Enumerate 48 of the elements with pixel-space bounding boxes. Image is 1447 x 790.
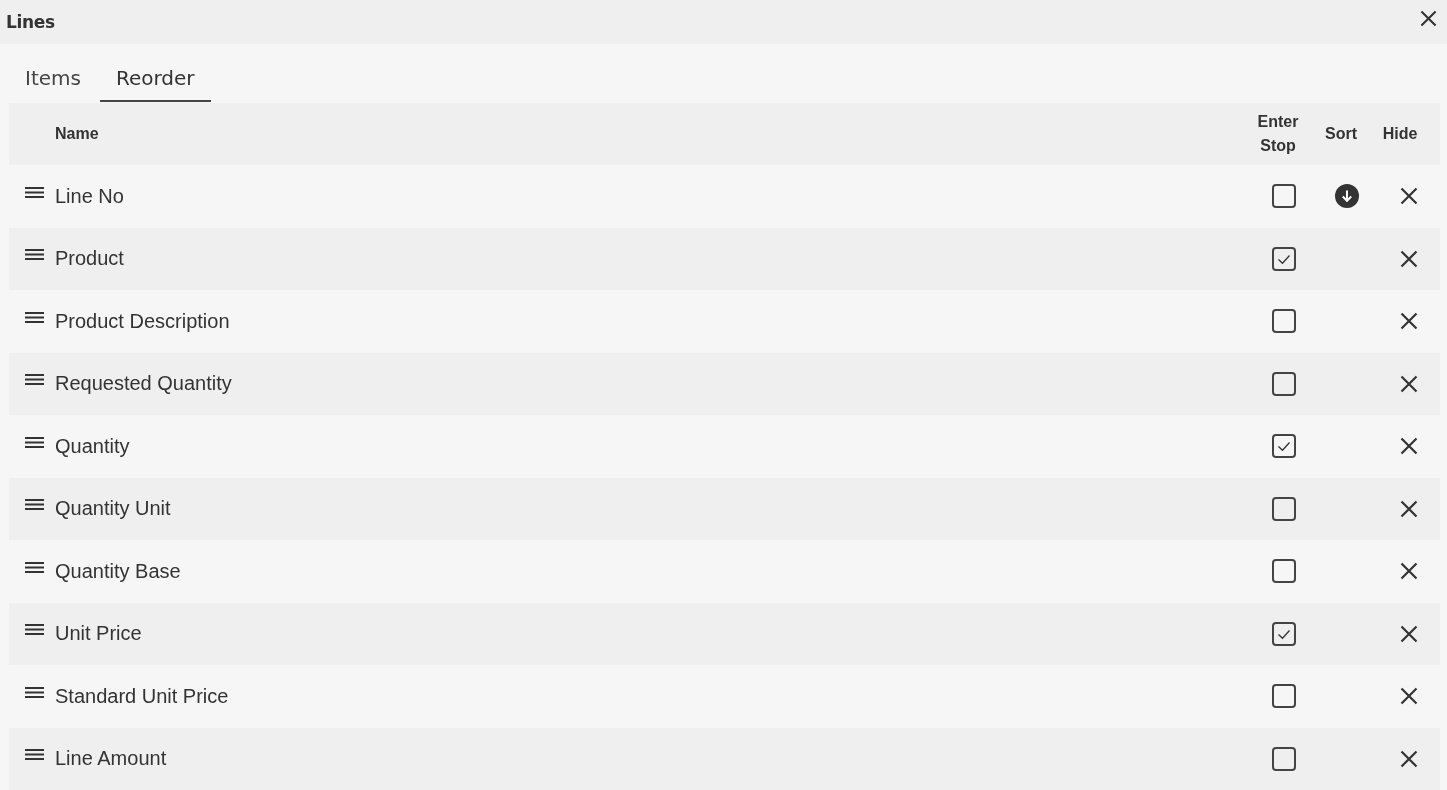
drag-handle-icon[interactable] <box>25 624 44 636</box>
hide-cross-icon[interactable] <box>1400 687 1418 706</box>
field-name: Unit Price <box>55 622 142 646</box>
checkbox[interactable] <box>1272 496 1296 521</box>
drag-handle-icon[interactable] <box>25 374 44 386</box>
column-header: Hide <box>1382 124 1418 144</box>
drag-handle-icon[interactable] <box>25 436 44 448</box>
drag-handle-icon[interactable] <box>25 311 44 323</box>
drag-handle-icon[interactable] <box>25 686 44 698</box>
hide-cross-icon[interactable] <box>1400 437 1418 456</box>
column-header: Name <box>55 125 99 143</box>
field-name: Product <box>55 247 124 271</box>
tab[interactable]: Items <box>9 52 97 102</box>
hide-cross-icon[interactable] <box>1400 187 1418 206</box>
sort-down-icon[interactable] <box>1335 184 1359 209</box>
field-name: Line No <box>55 184 124 208</box>
checkbox[interactable] <box>1272 559 1296 584</box>
field-name: Product Description <box>55 309 230 333</box>
field-name: Quantity <box>55 434 130 458</box>
column-header: Enter Stop <box>1257 112 1299 156</box>
column-header: Sort <box>1325 124 1357 144</box>
field-name: Standard Unit Price <box>55 684 229 708</box>
field-name: Quantity Base <box>55 559 181 583</box>
checkbox[interactable] <box>1272 684 1296 709</box>
checkbox[interactable] <box>1272 746 1296 771</box>
window-title: Lines <box>6 12 55 32</box>
hide-cross-icon[interactable] <box>1400 499 1418 518</box>
field-name: Quantity Unit <box>55 497 171 521</box>
drag-handle-icon[interactable] <box>25 561 44 573</box>
hide-cross-icon[interactable] <box>1400 312 1418 331</box>
hide-cross-icon[interactable] <box>1400 749 1418 768</box>
field-name: Line Amount <box>55 747 167 771</box>
drag-handle-icon[interactable] <box>25 749 44 761</box>
drag-handle-icon[interactable] <box>25 249 44 261</box>
checkbox[interactable] <box>1272 309 1296 334</box>
close-icon[interactable] <box>1420 9 1437 27</box>
hide-cross-icon[interactable] <box>1400 562 1418 581</box>
hide-cross-icon[interactable] <box>1400 249 1418 268</box>
drag-handle-icon[interactable] <box>25 186 44 198</box>
field-name: Requested Quantity <box>55 372 232 396</box>
drag-handle-icon[interactable] <box>25 499 44 511</box>
checkbox[interactable] <box>1272 184 1296 209</box>
checked-checkbox[interactable] <box>1272 434 1296 459</box>
checked-checkbox[interactable] <box>1272 246 1296 271</box>
checkbox[interactable] <box>1272 371 1296 396</box>
hide-cross-icon[interactable] <box>1400 624 1418 643</box>
hide-cross-icon[interactable] <box>1400 374 1418 393</box>
checked-checkbox[interactable] <box>1272 621 1296 646</box>
